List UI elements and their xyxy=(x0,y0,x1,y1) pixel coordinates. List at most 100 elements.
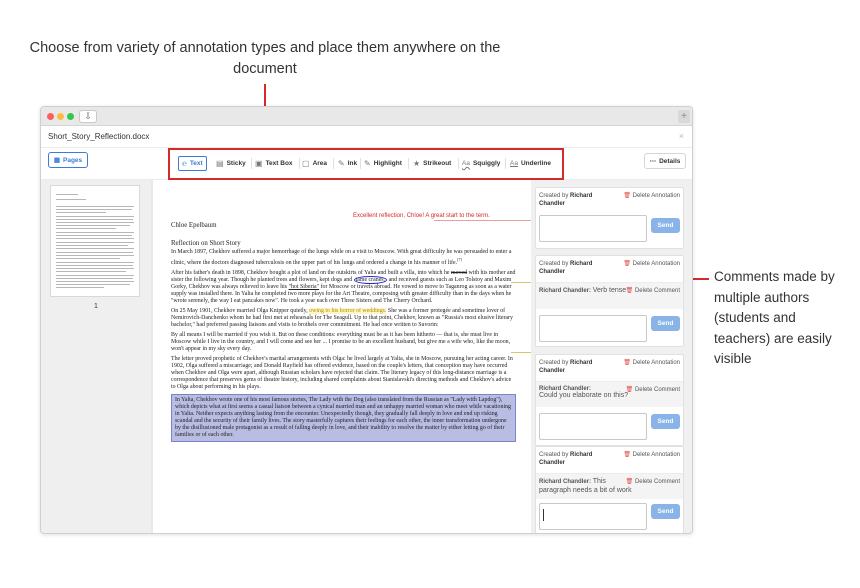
trash-icon: 🗑 xyxy=(623,360,631,366)
created-by-label: Created by xyxy=(539,360,569,366)
strikeout-annotation[interactable]: moved xyxy=(451,270,467,276)
app-window: ⇩ + Short_Story_Reflection.docx × ▦ Page… xyxy=(40,106,693,534)
reply-author: Richard Chandler: xyxy=(539,288,592,294)
send-button[interactable]: Send xyxy=(651,504,680,519)
sticky-note-icon: ▤ xyxy=(216,159,224,168)
delete-annotation-button[interactable]: 🗑 Delete Annotation xyxy=(623,359,680,366)
tool-highlight-label: Highlight xyxy=(373,160,402,167)
thumb-line xyxy=(56,268,134,269)
paragraph-2-text-a: After his father's death in 1898, Chekho… xyxy=(171,269,450,276)
thumb-line xyxy=(56,199,86,200)
thumb-line xyxy=(56,235,132,236)
annotation-panel: Created by Richard Chandler 🗑 Delete Ann… xyxy=(531,180,692,533)
thumb-line xyxy=(56,194,78,195)
paragraph-2: After his father's death in 1898, Chekho… xyxy=(171,270,516,305)
tool-sticky[interactable]: ▤ Sticky xyxy=(216,156,246,171)
comment-input[interactable] xyxy=(539,315,647,342)
area-annotation[interactable]: In Yalta, Chekhov wrote one of his most … xyxy=(171,393,516,443)
thumb-line xyxy=(56,238,134,239)
tool-area[interactable]: ▢ Area xyxy=(302,156,327,171)
tool-text-box[interactable]: ▣ Text Box xyxy=(255,156,293,171)
squiggly-icon: Aa xyxy=(462,160,470,167)
annotation-card: Created by Richard Chandler 🗑 Delete Ann… xyxy=(535,187,684,249)
trash-icon: 🗑 xyxy=(625,479,634,485)
file-name: Short_Story_Reflection.docx xyxy=(48,132,150,141)
tool-strikeout[interactable]: ★ Strikeout xyxy=(413,156,451,171)
details-button[interactable]: ⋯ Details xyxy=(644,153,686,169)
tool-highlight[interactable]: ✎ Highlight xyxy=(364,156,402,171)
page-thumbnail[interactable] xyxy=(50,185,140,297)
created-by-label: Created by xyxy=(539,261,569,267)
pages-button-label: Pages xyxy=(63,156,83,164)
delete-comment-button[interactable]: 🗑 Delete Comment xyxy=(626,478,680,485)
tool-separator xyxy=(458,158,459,169)
callout-annotation-types: Choose from variety of annotation types … xyxy=(29,40,501,77)
delete-comment-label: Delete Comment xyxy=(634,479,680,485)
thumb-line xyxy=(56,262,134,263)
thumb-line xyxy=(56,245,128,246)
ink-circle-annotation[interactable]: tame cranes, xyxy=(353,275,388,284)
highlight-annotation[interactable]: owing to his horror of weddings. xyxy=(309,307,387,314)
tool-separator xyxy=(408,158,409,169)
created-by-label: Created by xyxy=(539,452,569,458)
close-icon[interactable]: × xyxy=(679,131,684,141)
underline-annotation[interactable]: "hot Siberia" xyxy=(289,284,320,290)
highlighter-icon: ✎ xyxy=(364,159,371,168)
thumbnail-panel: 1 xyxy=(41,180,151,533)
new-tab-icon[interactable]: + xyxy=(678,110,690,123)
area-icon: ▢ xyxy=(302,159,310,168)
thumb-line xyxy=(56,281,134,282)
thumb-line xyxy=(56,275,134,276)
workspace: 1 Excellent reflection, Chloe! A great s… xyxy=(41,180,692,533)
tool-squiggly-label: Squiggly xyxy=(472,160,501,167)
thumb-line xyxy=(56,252,133,253)
annotation-card: Created by Richard Chandler 🗑 Delete Ann… xyxy=(535,446,684,533)
thumb-line xyxy=(56,228,116,229)
delete-comment-label: Delete Comment xyxy=(634,387,680,393)
download-icon[interactable]: ⇩ xyxy=(79,110,97,123)
delete-comment-button[interactable]: 🗑 Delete Comment xyxy=(626,386,680,393)
text-box-icon: ▣ xyxy=(255,159,263,168)
grid-icon: ▦ xyxy=(53,157,60,164)
tool-area-label: Area xyxy=(312,160,328,167)
thumb-line xyxy=(56,232,134,233)
delete-comment-button[interactable]: 🗑 Delete Comment xyxy=(626,287,680,294)
paragraph-3-text-a: On 25 May 1901, Chekhov married Olga Kni… xyxy=(171,307,308,314)
thumb-line xyxy=(56,284,130,285)
paragraph-3: On 25 May 1901, Chekhov married Olga Kni… xyxy=(171,307,516,329)
comment-input[interactable] xyxy=(539,503,647,530)
paragraph-1: In March 1897, Chekhov suffered a major … xyxy=(171,249,516,267)
delete-annotation-button[interactable]: 🗑 Delete Annotation xyxy=(623,260,680,267)
document-page[interactable]: Excellent reflection, Chloe! A great sta… xyxy=(153,180,531,533)
trash-icon: 🗑 xyxy=(625,288,634,294)
delete-annotation-label: Delete Annotation xyxy=(632,193,680,199)
connector-line xyxy=(511,352,532,353)
window-maximize-dot[interactable] xyxy=(67,113,74,120)
window-minimize-dot[interactable] xyxy=(57,113,64,120)
delete-annotation-button[interactable]: 🗑 Delete Annotation xyxy=(623,451,680,458)
thumb-line xyxy=(56,265,133,266)
card-author: Created by Richard Chandler xyxy=(539,451,605,467)
tool-underline[interactable]: Aa Underline xyxy=(510,156,551,171)
card-author: Created by Richard Chandler xyxy=(539,359,605,375)
paragraph-4: By all means I will be married if you wi… xyxy=(171,331,511,352)
comment-input[interactable] xyxy=(539,215,647,242)
tool-underline-label: Underline xyxy=(520,160,551,167)
reply-text-b: paragraph needs a bit of work xyxy=(539,486,632,494)
tool-text[interactable]: ℮ Text xyxy=(178,156,207,171)
comment-input[interactable] xyxy=(539,413,647,440)
delete-comment-label: Delete Comment xyxy=(634,288,680,294)
annotation-card: Created by Richard Chandler 🗑 Delete Ann… xyxy=(535,255,684,347)
tool-separator xyxy=(333,158,334,169)
tool-ink[interactable]: ✎ Ink xyxy=(338,156,357,171)
card-author: Created by Richard Chandler xyxy=(539,192,605,208)
delete-annotation-button[interactable]: 🗑 Delete Annotation xyxy=(623,192,680,199)
send-button[interactable]: Send xyxy=(651,316,680,331)
send-button[interactable]: Send xyxy=(651,218,680,233)
pages-button[interactable]: ▦ Pages xyxy=(48,152,88,168)
thumb-line xyxy=(56,271,126,272)
window-close-dot[interactable] xyxy=(47,113,54,120)
send-button[interactable]: Send xyxy=(651,414,680,429)
delete-annotation-label: Delete Annotation xyxy=(632,261,680,267)
tool-squiggly[interactable]: Aa Squiggly xyxy=(462,156,500,171)
